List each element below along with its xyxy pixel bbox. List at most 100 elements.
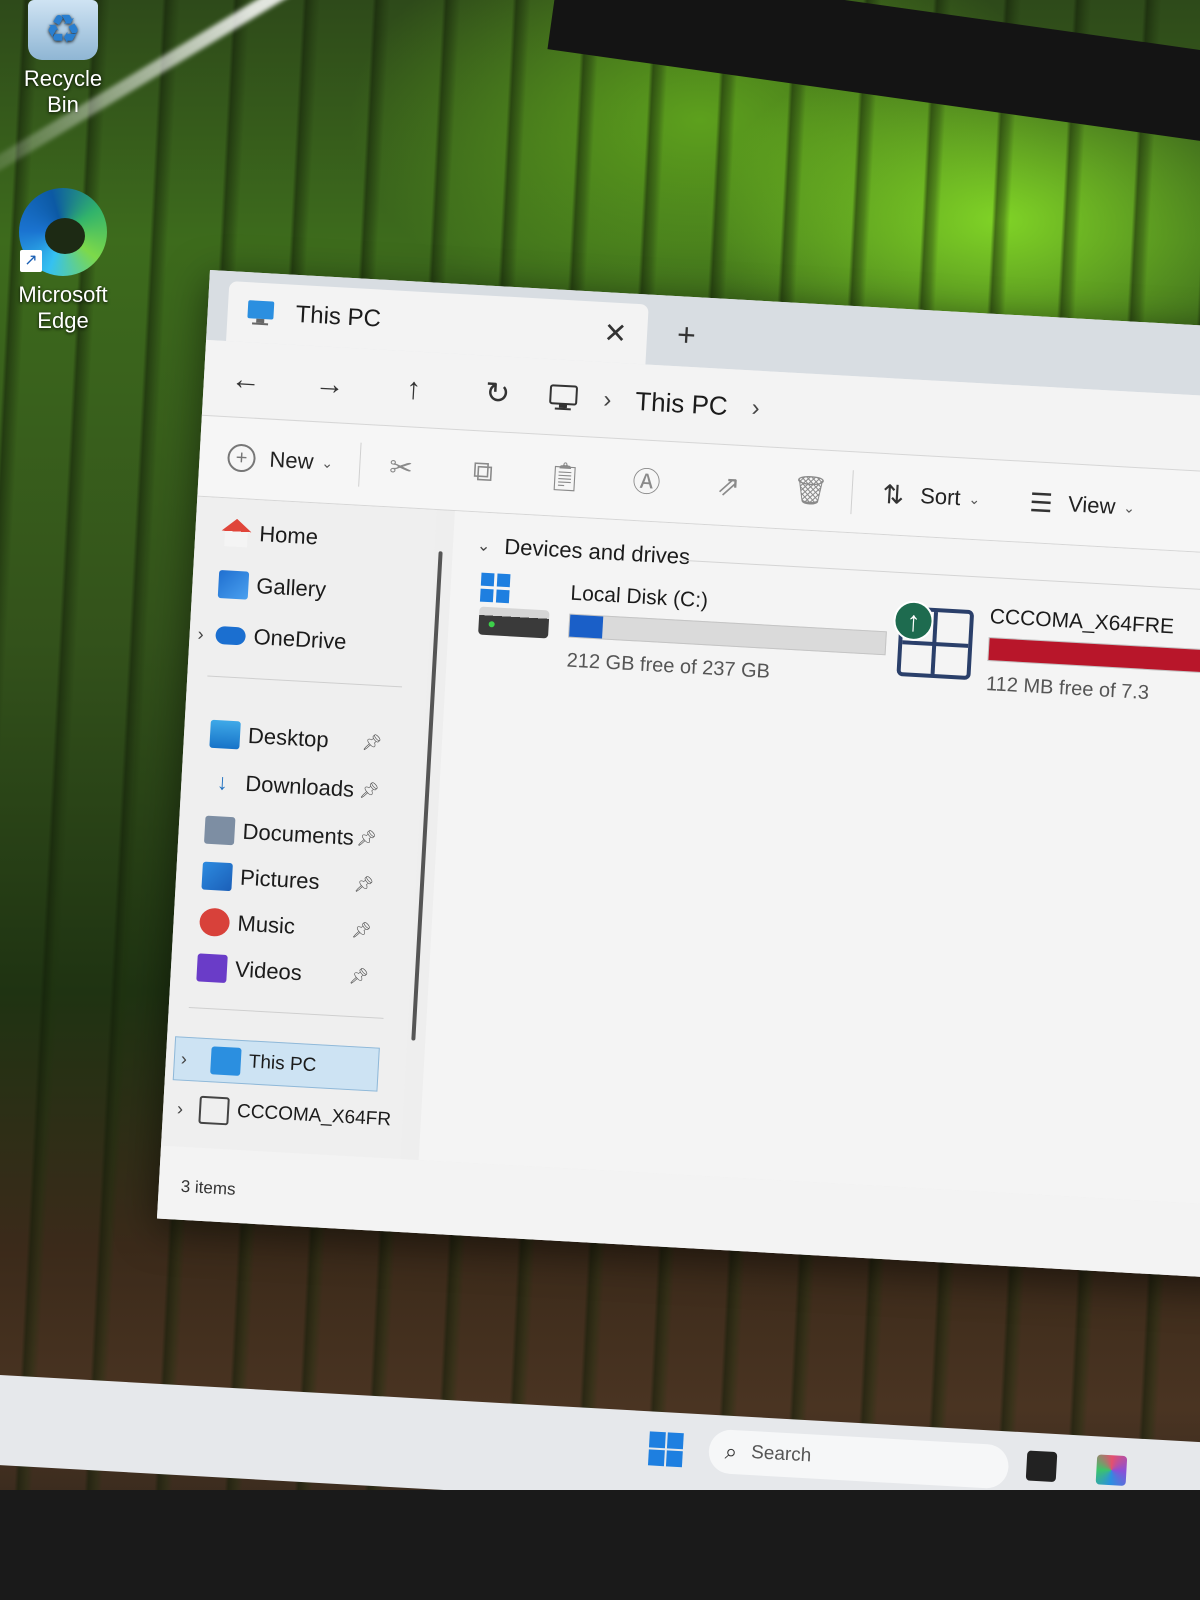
monitor-bezel-bottom [0,1490,1200,1600]
drive-tile-usb[interactable]: ↑ CCCOMA_X64FRE 112 MB free of 7.3 [892,596,1200,726]
delete-button[interactable]: 🗑︎ [791,473,830,507]
sidebar-item-downloads[interactable]: ↓ Downloads [207,768,355,804]
item-count: 3 items [180,1176,237,1199]
sidebar-item-desktop[interactable]: Desktop [209,719,330,755]
windows-logo-icon [479,572,512,605]
drive-usage-bar [568,613,887,656]
chevron-down-icon: ⌄ [1122,498,1136,516]
file-view: ⌄ Devices and drives Local Disk (C:) 212… [418,511,1200,1206]
drive-name: Local Disk (C:) [569,581,709,613]
pin-icon[interactable]: 📌︎ [353,874,374,895]
clipboard-tools: ✂ ⧉ 📋︎ Ⓐ ⇗ 🗑︎ [385,451,830,507]
pin-icon[interactable]: 📌︎ [361,732,382,753]
music-icon [198,907,231,938]
sidebar-item-gallery[interactable]: Gallery [217,569,327,604]
chevron-down-icon: ⌄ [321,454,334,471]
sidebar-item-onedrive[interactable]: › OneDrive [197,622,348,655]
breadcrumb-separator[interactable]: › [751,394,760,422]
this-pc-icon [247,300,275,326]
pin-icon[interactable]: 📌︎ [351,920,372,941]
sidebar-item-music[interactable]: Music [198,907,296,940]
refresh-button[interactable]: ↻ [455,374,541,414]
breadcrumb[interactable]: › This PC › [547,381,785,425]
copy-icon: ⧉ [472,454,494,487]
start-button[interactable] [647,1431,684,1468]
back-button[interactable]: ← [203,360,289,399]
sidebar-item-usb-drive[interactable]: › CCCOMA_X64FR [177,1095,392,1134]
sidebar-item-this-pc[interactable]: › This PC [172,1036,380,1092]
group-title: Devices and drives [503,533,691,570]
sidebar-item-label: Music [236,910,296,939]
drive-free-space: 112 MB free of 7.3 [985,672,1150,705]
sort-button[interactable]: ⇅ Sort ⌄ [877,478,981,515]
copy-button[interactable]: ⧉ [467,454,499,488]
sidebar-item-label: Videos [234,956,303,986]
recycle-bin-icon [28,0,98,60]
chevron-down-icon: ⌄ [968,490,981,507]
toolbar-divider [357,442,362,487]
sidebar-item-videos[interactable]: Videos [196,953,302,987]
sidebar-item-label: CCCOMA_X64FR [236,1100,392,1131]
desktop-icon-edge[interactable]: ↗ Microsoft Edge [8,188,118,334]
sidebar-item-documents[interactable]: Documents [203,815,355,852]
group-header-devices[interactable]: ⌄ Devices and drives [476,532,691,570]
drive-name: CCCOMA_X64FRE [989,605,1175,639]
sidebar-item-label: Pictures [239,864,321,895]
sidebar-item-label: Downloads [244,770,355,802]
gallery-icon [217,569,250,600]
desktop-icon [209,719,241,750]
pictures-icon [201,861,233,892]
cut-icon: ✂ [388,450,414,484]
documents-icon [203,815,236,846]
breadcrumb-item-this-pc[interactable]: This PC [634,386,729,422]
search-icon: ⌕ [724,1438,738,1465]
view-button[interactable]: ☰ View ⌄ [1025,487,1136,523]
onedrive-icon [215,625,247,646]
chevron-right-icon[interactable]: › [197,623,204,644]
sidebar-item-label: This PC [248,1051,317,1077]
chevron-right-icon[interactable]: › [177,1098,184,1119]
sidebar-item-label: Gallery [255,573,327,602]
new-button[interactable]: + New ⌄ [226,443,334,477]
chevron-right-icon[interactable]: › [180,1048,187,1069]
share-icon: ⇗ [715,469,742,502]
delete-icon: 🗑︎ [791,473,830,507]
drive-tile-c[interactable]: Local Disk (C:) 212 GB free of 237 GB [475,572,887,705]
usb-drive-icon [198,1095,230,1126]
chevron-down-icon: ⌄ [476,537,491,556]
sort-icon: ⇅ [881,478,906,510]
drive-usage-fill [988,638,1200,677]
rename-button[interactable]: Ⓐ [631,465,663,499]
sidebar-item-pictures[interactable]: Pictures [201,861,321,897]
taskbar-search[interactable]: ⌕ Search [707,1428,1010,1490]
sidebar-item-label: OneDrive [252,624,348,655]
new-tab-button[interactable]: + [676,316,697,354]
share-button[interactable]: ⇗ [713,469,745,501]
search-placeholder: Search [750,1442,812,1467]
copilot-icon[interactable] [1095,1454,1128,1487]
sidebar-item-label: Desktop [247,722,330,753]
this-pc-icon [210,1046,242,1076]
pin-icon[interactable]: 📌︎ [356,828,377,849]
videos-icon [196,953,228,984]
breadcrumb-separator: › [602,385,613,414]
pin-icon[interactable]: 📌︎ [348,966,369,987]
cut-button[interactable]: ✂ [385,451,417,483]
up-button[interactable]: ↑ [371,370,457,409]
view-label: View [1067,491,1117,519]
rename-icon: Ⓐ [631,465,662,499]
new-label: New [268,446,315,475]
view-icon: ☰ [1028,486,1054,518]
drive-usage-fill [569,614,604,639]
close-tab-icon[interactable]: ✕ [603,316,628,350]
forward-button[interactable]: → [287,365,373,404]
downloads-icon: ↓ [216,769,229,795]
desktop-icon-label: Microsoft Edge [18,282,108,333]
computer-icon [549,383,578,410]
shortcut-arrow-icon: ↗ [20,250,42,272]
sidebar-divider [188,1006,384,1019]
task-view-icon[interactable] [1025,1450,1058,1483]
pin-icon[interactable]: 📌︎ [359,780,380,801]
paste-button[interactable]: 📋︎ [546,460,583,493]
sidebar-item-home[interactable]: Home [221,518,319,551]
